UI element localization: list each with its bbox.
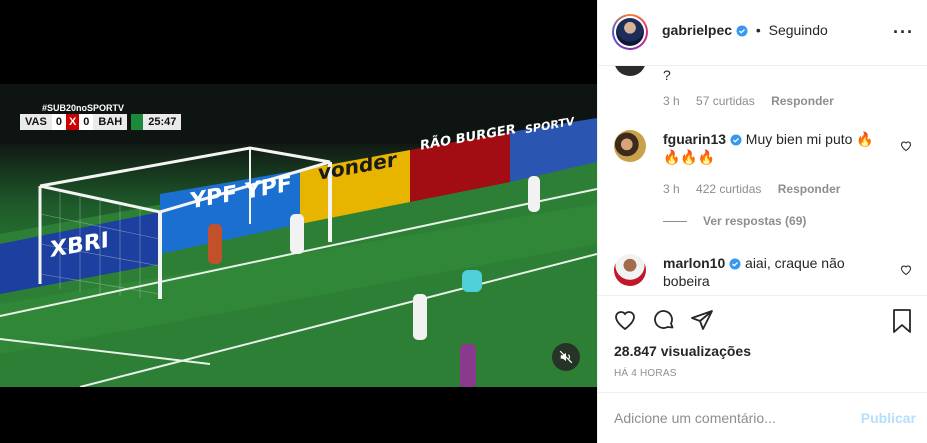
post-header: gabrielpec • Seguindo ··· — [598, 0, 927, 66]
view-replies-label: Ver respostas (69) — [703, 214, 807, 228]
reply-button[interactable]: Responder — [778, 182, 841, 196]
add-comment-bar: Publicar — [598, 392, 927, 443]
comment-avatar[interactable] — [614, 254, 646, 286]
comment-meta: 3 h 422 curtidas Responder — [663, 182, 853, 196]
comment-likes[interactable]: 57 curtidas — [696, 94, 755, 108]
comment-input[interactable] — [614, 408, 844, 428]
scoreboard: #SUB20noSPORTV VAS 0 X 0 BAH 25:47 — [20, 103, 182, 130]
view-replies-button[interactable]: Ver respostas (69) — [663, 214, 806, 228]
author-line: gabrielpec • Seguindo — [662, 22, 828, 38]
comment-username[interactable]: fguarin13 — [663, 131, 726, 147]
verified-badge-icon — [736, 25, 748, 37]
video-frame[interactable]: XBRI YPF YPF vonder RÃO BURGER SPORTV #S… — [0, 84, 597, 387]
comment-time: 3 h — [663, 94, 680, 108]
follow-status-button[interactable]: Seguindo — [769, 22, 828, 38]
action-bar — [612, 308, 914, 334]
like-comment-heart-icon[interactable] — [900, 264, 912, 276]
author-avatar[interactable] — [612, 14, 648, 50]
comment-bubble-icon[interactable] — [652, 308, 676, 332]
comment-likes[interactable]: 422 curtidas — [696, 182, 761, 196]
comment-time: 3 h — [663, 182, 680, 196]
share-send-icon[interactable] — [690, 308, 714, 332]
match-clock: 25:47 — [143, 114, 182, 130]
post-side-panel: gabrielpec • Seguindo ··· ? 3 h 57 curti… — [597, 0, 927, 443]
home-goals: 0 — [51, 114, 66, 130]
comments-list: ? 3 h 57 curtidas Responder fguarin13 Mu… — [598, 66, 927, 295]
view-count[interactable]: 28.847 visualizações — [614, 343, 751, 359]
comment-avatar[interactable] — [614, 66, 646, 76]
comment-body: marlon10 aiai, craque não bobeira — [663, 254, 889, 290]
video-container[interactable]: XBRI YPF YPF vonder RÃO BURGER SPORTV #S… — [0, 0, 597, 443]
save-bookmark-icon[interactable] — [890, 308, 914, 334]
comment-avatar[interactable] — [614, 130, 646, 162]
mute-toggle-button[interactable] — [552, 343, 580, 371]
like-heart-icon[interactable] — [612, 308, 638, 332]
verified-badge-icon — [729, 258, 741, 270]
reply-button[interactable]: Responder — [771, 94, 834, 108]
comment-meta: 3 h 57 curtidas Responder — [663, 94, 847, 108]
muted-speaker-icon — [559, 350, 573, 364]
hashtag-overlay: #SUB20noSPORTV — [42, 103, 125, 113]
score-separator: X — [65, 114, 80, 130]
comment-text: ? — [663, 67, 671, 83]
like-comment-heart-icon[interactable] — [900, 140, 912, 152]
publish-button[interactable]: Publicar — [861, 410, 916, 426]
home-team: VAS — [20, 114, 52, 130]
more-options-icon[interactable]: ··· — [893, 22, 914, 43]
clock-period-icon — [131, 114, 144, 130]
post-timestamp[interactable]: HÁ 4 HORAS — [614, 368, 677, 379]
away-goals: 0 — [79, 114, 94, 130]
comment-username[interactable]: marlon10 — [663, 255, 725, 271]
post-actions-section: 28.847 visualizações HÁ 4 HORAS — [598, 295, 927, 379]
replies-divider-line — [663, 220, 687, 222]
author-username[interactable]: gabrielpec — [662, 22, 732, 38]
separator-dot: • — [755, 22, 761, 38]
verified-badge-icon — [730, 134, 742, 146]
away-team: BAH — [93, 114, 128, 130]
comment-body: fguarin13 Muy bien mi puto 🔥🔥🔥🔥 — [663, 130, 889, 166]
